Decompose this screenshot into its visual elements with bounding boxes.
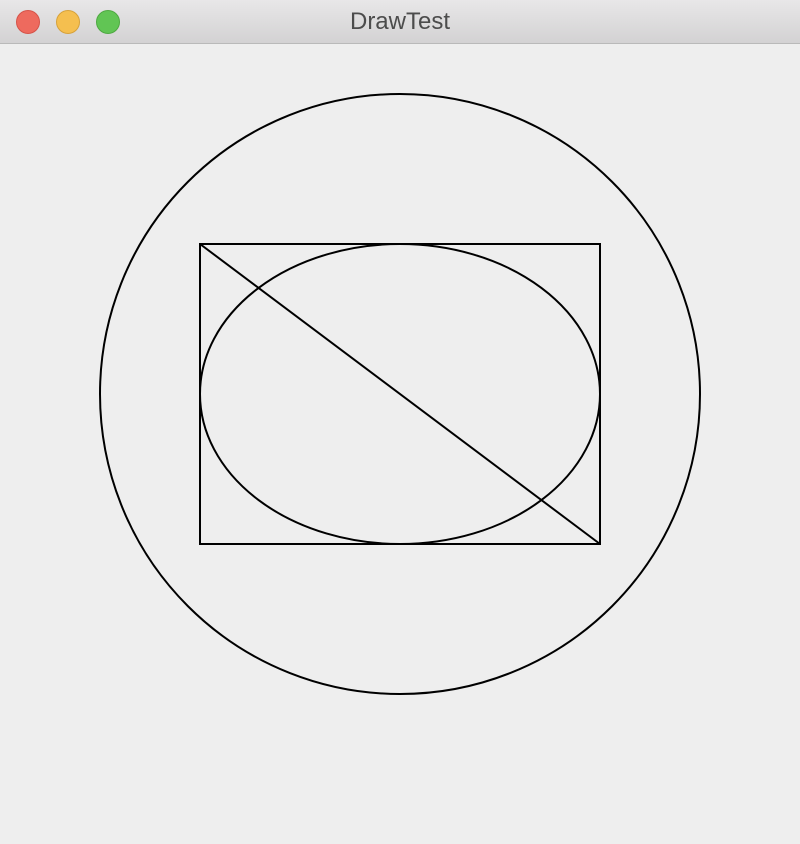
- title-bar[interactable]: DrawTest: [0, 0, 800, 44]
- window-title: DrawTest: [349, 8, 451, 35]
- drawing-canvas: [99, 93, 701, 695]
- diagonal-line: [199, 243, 601, 545]
- app-window: DrawTest: [0, 0, 800, 844]
